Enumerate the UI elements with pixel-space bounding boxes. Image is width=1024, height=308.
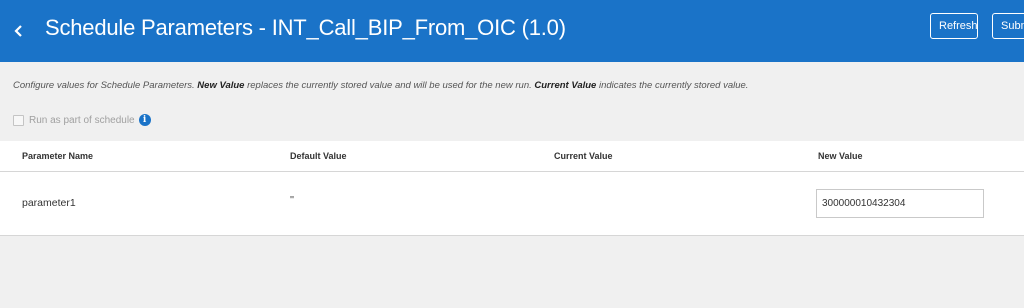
instructions-part-3: indicates the currently stored value.: [596, 80, 749, 91]
new-value-input[interactable]: [816, 189, 984, 218]
current-value-term: Current Value: [534, 80, 597, 91]
parameter-name-cell: parameter1: [22, 197, 76, 209]
instructions-part-2: replaces the currently stored value and …: [244, 80, 535, 91]
instructions-part-1: Configure values for Schedule Parameters…: [13, 80, 198, 91]
parameters-table: Parameter Name Default Value Current Val…: [0, 141, 1024, 236]
column-header-default-value: Default Value: [290, 151, 347, 161]
page-header: Schedule Parameters - INT_Call_BIP_From_…: [0, 0, 1024, 62]
instructions-text: Configure values for Schedule Parameters…: [13, 80, 748, 91]
table-row: parameter1 '': [0, 172, 1024, 236]
new-value-term: New Value: [197, 80, 245, 91]
page-title: Schedule Parameters - INT_Call_BIP_From_…: [45, 15, 566, 40]
submit-button[interactable]: Submit: [992, 13, 1024, 39]
column-header-current-value: Current Value: [554, 151, 613, 161]
run-as-part-of-schedule-label: Run as part of schedule: [29, 114, 135, 126]
column-header-new-value: New Value: [818, 151, 863, 161]
back-chevron-icon[interactable]: [10, 18, 28, 44]
refresh-button[interactable]: Refresh: [930, 13, 978, 39]
info-icon[interactable]: i: [138, 114, 151, 126]
table-header-row: Parameter Name Default Value Current Val…: [0, 141, 1024, 172]
default-value-cell: '': [290, 194, 295, 206]
column-header-parameter-name: Parameter Name: [22, 151, 94, 161]
run-as-part-of-schedule-option: Run as part of schedule i: [13, 112, 151, 128]
run-as-part-of-schedule-checkbox[interactable]: [13, 114, 24, 126]
